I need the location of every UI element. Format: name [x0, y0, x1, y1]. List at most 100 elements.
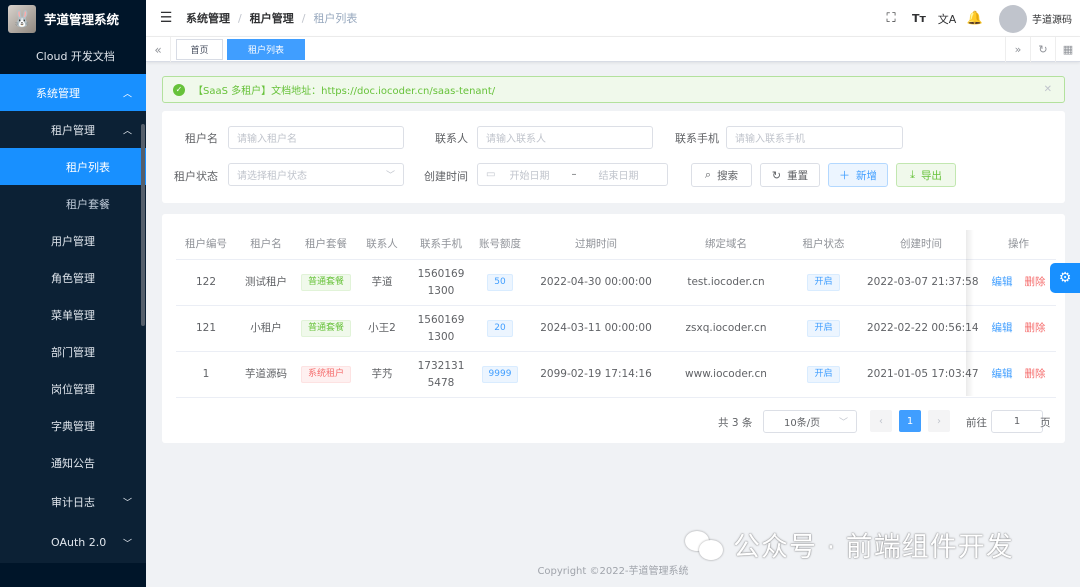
column-header: 创建时间: [900, 238, 942, 250]
end-date-placeholder[interactable]: 结束日期: [598, 167, 638, 182]
tenant-name-input[interactable]: 请输入租户名: [228, 126, 404, 149]
alert-text[interactable]: 【SaaS 多租户】文档地址：https://doc.iocoder.cn/sa…: [193, 82, 495, 97]
watermark: 公众号 · 前端组件开发: [685, 525, 1014, 564]
scroll-right-icon[interactable]: »: [1005, 37, 1030, 62]
sidebar-item-tenant[interactable]: 租户管理 ︿: [0, 111, 146, 148]
contact-input[interactable]: 请输入联系人: [477, 126, 653, 149]
button-label: 新增: [856, 169, 877, 182]
navbar-actions: ⛶ Tт 文A 🔔 芋道源码: [877, 0, 1080, 37]
breadcrumb-item[interactable]: 系统管理: [186, 10, 230, 26]
refresh-icon[interactable]: ↻: [1030, 37, 1055, 62]
prev-page-button[interactable]: ‹: [870, 410, 892, 432]
table-row: 1 芋道源码 系统租户 芋艿 1732131 5478 9999 2099-02-…: [176, 352, 1056, 398]
phone-line: 1560169: [417, 267, 465, 280]
page-size-value: 10条/页: [784, 418, 821, 429]
sidebar-item-oauth[interactable]: OAuth 2.0 ﹀: [0, 522, 146, 563]
next-page-button[interactable]: ›: [928, 410, 950, 432]
table-row: 122 测试租户 普通套餐 芋道 1560169 1300 50 2022-04-…: [176, 260, 1056, 306]
font-size-icon[interactable]: Tт: [905, 12, 933, 25]
translate-icon[interactable]: 文A: [933, 11, 961, 27]
avatar[interactable]: [999, 4, 1027, 33]
sidebar-item-label: 租户管理: [51, 123, 95, 137]
quota-badge: 50: [487, 274, 513, 291]
start-date-placeholder[interactable]: 开始日期: [509, 167, 549, 182]
docs-alert: ✓ 【SaaS 多租户】文档地址：https://doc.iocoder.cn/…: [162, 76, 1065, 103]
fixed-column-shadow: [966, 230, 974, 396]
domain: zsxq.iocoder.cn: [685, 322, 767, 334]
button-label: 搜索: [717, 169, 739, 182]
close-icon[interactable]: ✕: [1044, 84, 1052, 95]
tags-view: « 首页 租户列表 » ↻ ▦: [146, 37, 1080, 62]
edit-button[interactable]: 编辑: [992, 366, 1013, 383]
sidebar-item-roles[interactable]: 角色管理: [0, 259, 146, 296]
tenant-name: 小租户: [250, 322, 282, 334]
status-badge: 开启: [807, 274, 840, 291]
page-size-select[interactable]: 10条/页 ﹀: [763, 410, 857, 433]
chevron-up-icon: ︿: [122, 126, 132, 136]
export-button[interactable]: ⤓ 导出: [896, 163, 956, 187]
quota-badge: 9999: [481, 366, 519, 383]
column-header: 账号额度: [479, 238, 521, 250]
logo[interactable]: 🐰 芋道管理系统: [0, 0, 146, 37]
expire-time: 2099-02-19 17:14:16: [540, 368, 652, 380]
domain: test.iocoder.cn: [687, 276, 765, 288]
add-button[interactable]: ＋ 新增: [828, 163, 888, 187]
phone-input[interactable]: 请输入联系手机: [726, 126, 903, 149]
tenant-id: 1: [202, 368, 210, 380]
sidebar-item-tenant-list[interactable]: 租户列表: [0, 148, 146, 185]
goto-page-input[interactable]: 1: [991, 410, 1043, 433]
bell-icon[interactable]: 🔔: [961, 11, 989, 26]
sidebar-item-label: 租户套餐: [66, 197, 110, 211]
phone-label: 联系手机: [675, 132, 719, 145]
reset-button[interactable]: ↻ 重置: [760, 163, 820, 187]
tag-home[interactable]: 首页: [176, 39, 223, 60]
hamburger-icon[interactable]: ☰: [146, 10, 176, 26]
contact-name: 小王2: [368, 322, 396, 334]
gear-icon: ⚙: [1058, 270, 1072, 286]
logo-icon: 🐰: [8, 4, 36, 33]
tag-tenant-list[interactable]: 租户列表: [227, 39, 305, 60]
fullscreen-icon[interactable]: ⛶: [877, 11, 905, 26]
search-icon: ⌕: [704, 168, 712, 181]
tags-actions: » ↻ ▦: [1005, 37, 1080, 62]
breadcrumb-separator: /: [238, 11, 242, 25]
sidebar-item-dict[interactable]: 字典管理: [0, 407, 146, 444]
sidebar-item-users[interactable]: 用户管理: [0, 222, 146, 259]
search-button[interactable]: ⌕ 搜索: [691, 163, 752, 187]
sidebar-item-posts[interactable]: 岗位管理: [0, 370, 146, 407]
sidebar-item-cloud-docs[interactable]: Cloud 开发文档: [0, 37, 146, 74]
sidebar-item-notice[interactable]: 通知公告: [0, 444, 146, 481]
phone-line: 5478: [427, 376, 455, 389]
tenant-status-select[interactable]: 请选择租户状态 ﹀: [228, 163, 404, 186]
breadcrumb-item[interactable]: 租户管理: [250, 10, 294, 26]
quota-badge: 20: [487, 320, 513, 337]
settings-gear-button[interactable]: ⚙: [1050, 263, 1080, 293]
tenant-id: 122: [195, 276, 217, 288]
sidebar-item-menus[interactable]: 菜单管理: [0, 296, 146, 333]
breadcrumb-item: 租户列表: [313, 12, 358, 25]
quota-cell: 20: [474, 306, 526, 351]
range-separator: –: [571, 169, 577, 180]
delete-button[interactable]: 删除: [1025, 366, 1046, 383]
sidebar-item-depts[interactable]: 部门管理: [0, 333, 146, 370]
sidebar-item-system[interactable]: 系统管理 ︿: [0, 74, 146, 111]
create-time-range[interactable]: ▭ 开始日期 – 结束日期: [477, 163, 668, 186]
column-header: 租户编号: [185, 238, 227, 250]
delete-button[interactable]: 删除: [1025, 320, 1046, 337]
delete-button[interactable]: 删除: [1025, 274, 1046, 291]
grid-icon[interactable]: ▦: [1055, 37, 1080, 62]
sidebar-scrollbar[interactable]: [141, 124, 145, 326]
download-icon: ⤓: [910, 168, 915, 181]
column-header: 租户套餐: [305, 238, 347, 250]
username[interactable]: 芋道源码: [1032, 11, 1072, 26]
edit-button[interactable]: 编辑: [992, 274, 1013, 291]
sidebar-item-audit-log[interactable]: 审计日志 ﹀: [0, 481, 146, 522]
sidebar-item-label: Cloud 开发文档: [36, 49, 115, 63]
edit-button[interactable]: 编辑: [992, 320, 1013, 337]
quota-cell: 50: [474, 260, 526, 305]
contact-name: 芋道: [371, 276, 393, 288]
wechat-icon: [685, 529, 725, 561]
sidebar-item-tenant-package[interactable]: 租户套餐: [0, 185, 146, 222]
page-number-button[interactable]: 1: [899, 410, 921, 432]
scroll-left-icon[interactable]: «: [146, 37, 171, 62]
